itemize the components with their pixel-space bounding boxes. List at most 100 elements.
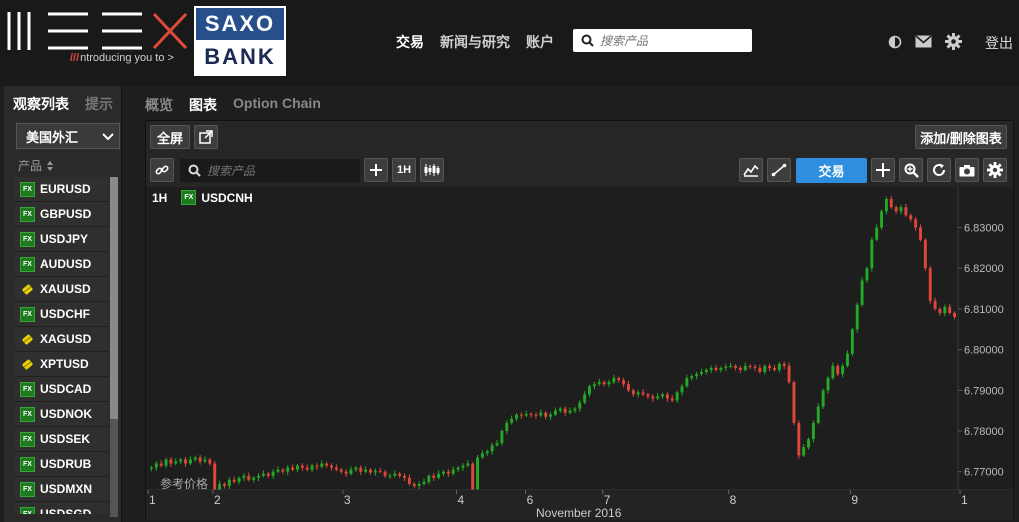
candle-body — [758, 367, 762, 372]
candle-body — [539, 412, 543, 416]
chart-type-button[interactable] — [420, 158, 444, 182]
nav-trade[interactable]: 交易 — [396, 32, 424, 52]
interval-button[interactable]: 1H — [392, 158, 416, 182]
product-column-header[interactable]: 产品 — [18, 157, 54, 174]
candle-body — [325, 463, 329, 466]
watchlist-item[interactable]: XPTUSD — [15, 352, 109, 377]
candle-body — [422, 481, 426, 484]
watchlist-item[interactable]: FX USDMXN — [15, 477, 109, 502]
candle-body — [699, 371, 703, 375]
candle-body — [188, 459, 192, 464]
chart-search-input[interactable] — [207, 163, 347, 178]
candle-body — [480, 453, 484, 458]
candle-body — [369, 469, 372, 473]
indicators-button[interactable] — [739, 158, 763, 182]
candle-body — [661, 394, 664, 397]
watchlist-select[interactable]: 美国外汇 — [16, 123, 120, 149]
top-search-input[interactable] — [600, 33, 740, 48]
candle-body — [889, 199, 893, 208]
saxo-bank-logo: SAXO BANK — [194, 6, 286, 76]
candle-body — [427, 475, 431, 482]
legend-instrument[interactable]: FX USDCNH — [181, 190, 253, 205]
tab-alerts[interactable]: 提示 — [85, 94, 113, 114]
crosshair-button[interactable] — [871, 158, 895, 182]
fx-badge-icon: FX — [20, 481, 35, 497]
candle-body — [261, 473, 265, 476]
candle-body — [252, 477, 256, 480]
reset-button[interactable] — [927, 158, 951, 182]
candle-body — [534, 414, 538, 416]
candle-body — [149, 467, 153, 469]
chart-area[interactable]: 6.83000 6.82000 6.81000 6.80000 6.79000 6.780… — [146, 187, 1013, 520]
add-remove-chart-button[interactable]: 添加/删除图表 — [915, 125, 1007, 149]
nav-account[interactable]: 账户 — [526, 32, 554, 52]
watchlist-item[interactable]: FX USDJPY — [15, 227, 109, 252]
candle-body — [622, 380, 626, 385]
x-tick-label: 8 — [730, 493, 737, 507]
watchlist-item[interactable]: FX USDCAD — [15, 377, 109, 402]
fx-badge-icon: FX — [181, 190, 197, 205]
watchlist-item[interactable]: XAUUSD — [15, 277, 109, 302]
watchlist-item[interactable]: FX GBPUSD — [15, 202, 109, 227]
watchlist-item[interactable]: FX USDRUB — [15, 452, 109, 477]
mail-icon[interactable] — [915, 35, 932, 48]
fullscreen-button[interactable]: 全屏 — [150, 125, 190, 149]
candle-body — [743, 365, 747, 370]
candle-body — [446, 471, 450, 474]
y-tick-label: 6.80000 — [964, 345, 1004, 357]
y-tick-label: 6.78000 — [964, 426, 1004, 438]
candle-body — [690, 376, 694, 379]
candle-body — [451, 469, 455, 474]
metal-bar-icon — [22, 359, 33, 369]
chart-settings-button[interactable] — [983, 158, 1007, 182]
add-indicator-button[interactable] — [364, 158, 388, 182]
x-tick-label: 3 — [344, 493, 351, 507]
candle-body — [938, 308, 942, 313]
watchlist-item[interactable]: XAGUSD — [15, 327, 109, 352]
chart-search-box[interactable] — [180, 159, 360, 182]
screenshot-button[interactable] — [955, 158, 979, 182]
watchlist-select-value: 美国外汇 — [26, 129, 79, 145]
sort-icon — [47, 160, 54, 171]
watchlist-scroll-thumb[interactable] — [110, 177, 118, 419]
popout-button[interactable] — [194, 125, 218, 149]
watchlist-item[interactable]: FX USDNOK — [15, 402, 109, 427]
chevron-down-icon — [102, 133, 114, 141]
candle-body — [519, 414, 523, 416]
trade-button[interactable]: 交易 — [796, 158, 867, 183]
candle-body — [811, 422, 815, 440]
candle-body — [568, 410, 572, 413]
tab-overview[interactable]: 概览 — [145, 95, 173, 115]
nav-news-research[interactable]: 新闻与研究 — [440, 32, 510, 52]
top-search-box[interactable] — [573, 29, 752, 52]
watchlist-item[interactable]: FX AUDUSD — [15, 252, 109, 277]
watchlist-item[interactable]: FX USDSEK — [15, 427, 109, 452]
logout-link[interactable]: 登出 — [985, 33, 1013, 53]
watchlist-item[interactable]: FX USDCHF — [15, 302, 109, 327]
gear-icon[interactable] — [945, 33, 962, 50]
candle-body — [928, 268, 932, 301]
candle-body — [865, 268, 869, 281]
candle-body — [826, 378, 830, 391]
candle-body — [923, 239, 927, 269]
contrast-icon[interactable] — [888, 35, 902, 49]
watchlist-item[interactable]: FX USDSGD — [15, 502, 109, 514]
tab-watchlist[interactable]: 观察列表 — [13, 94, 69, 114]
tab-option-chain[interactable]: Option Chain — [233, 95, 321, 115]
candle-body — [407, 477, 411, 484]
candle-body — [641, 392, 645, 395]
link-button[interactable] — [150, 158, 174, 182]
candle-body — [320, 463, 324, 467]
watchlist-item-symbol: USDMXN — [40, 482, 93, 496]
x-tick-label: 1 — [961, 493, 968, 507]
watchlist-item[interactable]: FX EURUSD — [15, 177, 109, 202]
candle-body — [198, 457, 202, 462]
mex-logo — [7, 12, 188, 50]
zoom-button[interactable] — [899, 158, 923, 182]
tab-chart[interactable]: 图表 — [189, 95, 217, 115]
draw-line-button[interactable] — [767, 158, 791, 182]
candle-body — [763, 365, 767, 372]
candle-body — [680, 386, 684, 393]
y-tick-label: 6.82000 — [964, 263, 1004, 275]
candle-body — [334, 467, 338, 470]
